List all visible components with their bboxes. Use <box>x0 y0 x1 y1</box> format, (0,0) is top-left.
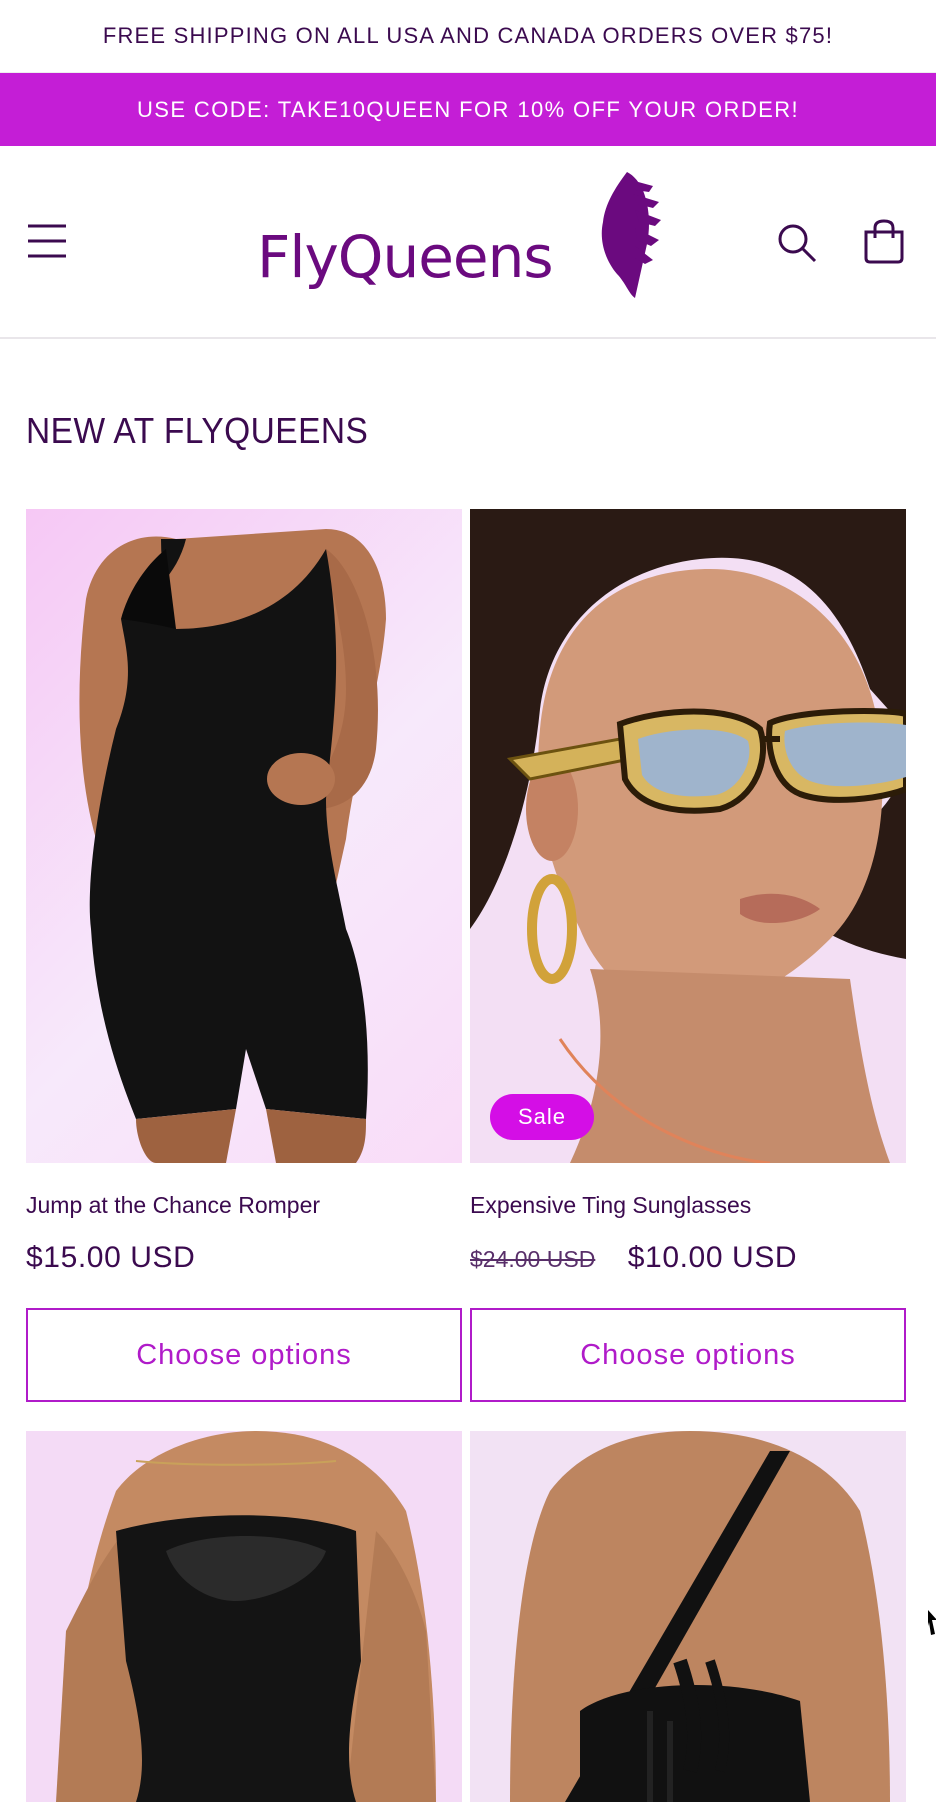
product-price: $15.00 USD <box>26 1241 196 1274</box>
logo-wordmark: FlyQueens <box>257 223 553 291</box>
product-title[interactable]: Jump at the Chance Romper <box>26 1192 320 1219</box>
product-image-romper[interactable] <box>26 509 462 1163</box>
romper-photo <box>79 529 386 1163</box>
search-button[interactable] <box>776 222 818 264</box>
site-header: FlyQueens <box>0 146 936 339</box>
wing-icon <box>601 172 661 298</box>
product-price: $10.00 USD <box>627 1241 798 1274</box>
shipping-announcement: FREE SHIPPING ON ALL USA AND CANADA ORDE… <box>0 0 936 73</box>
search-icon <box>778 224 817 263</box>
flyqueens-logo[interactable]: FlyQueens <box>255 170 675 300</box>
mouse-cursor-icon <box>928 1610 936 1635</box>
backless-top-photo <box>470 1431 906 1802</box>
price-row: $15.00 USD <box>26 1241 195 1275</box>
sunglasses-photo <box>470 509 906 1163</box>
product-title[interactable]: Expensive Ting Sunglasses <box>470 1192 751 1219</box>
product-compare-price: $24.00 USD <box>470 1246 596 1272</box>
sale-badge: Sale <box>490 1094 595 1140</box>
shipping-announcement-text: FREE SHIPPING ON ALL USA AND CANADA ORDE… <box>102 23 834 48</box>
product-image-leather-top[interactable] <box>26 1431 462 1802</box>
cart-button[interactable] <box>862 218 906 264</box>
cart-icon <box>864 219 904 264</box>
menu-button[interactable] <box>26 220 68 262</box>
product-image-sunglasses[interactable]: Sale <box>470 509 906 1163</box>
price-row: $24.00 USD $10.00 USD <box>470 1241 797 1275</box>
menu-icon <box>28 224 66 258</box>
promo-announcement-text: USE CODE: TAKE10QUEEN FOR 10% OFF YOUR O… <box>136 96 800 122</box>
leather-top-photo <box>26 1431 462 1802</box>
choose-options-button[interactable]: Choose options <box>26 1308 462 1402</box>
section-title: NEW AT FLYQUEENS <box>26 410 369 451</box>
choose-options-button[interactable]: Choose options <box>470 1308 906 1402</box>
product-image-backless-top[interactable] <box>470 1431 906 1802</box>
promo-announcement: USE CODE: TAKE10QUEEN FOR 10% OFF YOUR O… <box>0 73 936 146</box>
